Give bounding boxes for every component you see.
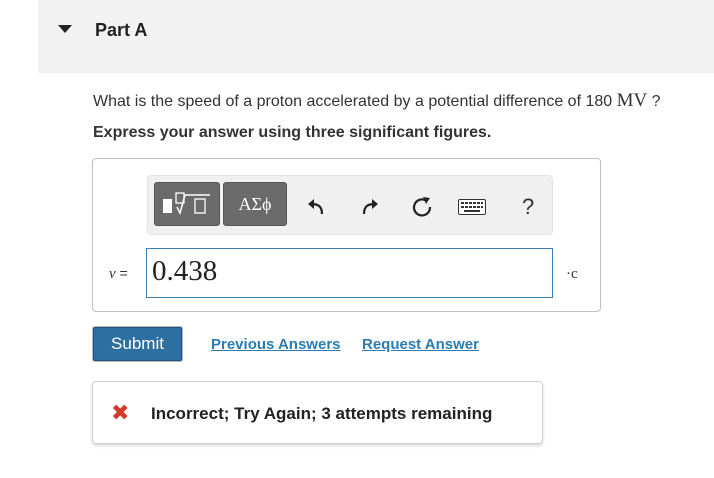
request-answer-link[interactable]: Request Answer [362, 336, 479, 353]
feedback-message: Incorrect; Try Again; 3 attempts remaini… [151, 404, 493, 423]
help-icon[interactable]: ? [522, 194, 534, 220]
undo-icon[interactable] [304, 195, 328, 219]
answer-unit: ·c [566, 266, 578, 282]
answer-input[interactable]: 0.438 [146, 248, 553, 298]
answer-box: ΑΣϕ ? v = 0.438 ·c [92, 158, 601, 312]
templates-button[interactable] [154, 182, 220, 226]
instruction-text: Express your answer using three signific… [93, 124, 492, 141]
incorrect-x-icon: ✖ [111, 400, 130, 425]
keyboard-icon[interactable] [458, 195, 486, 219]
variable-symbol: v [109, 266, 116, 282]
question-unit: MV [616, 90, 648, 111]
previous-answers-link[interactable]: Previous Answers [211, 336, 341, 353]
question-mark: ? [647, 93, 661, 110]
collapse-triangle-icon[interactable] [58, 25, 72, 33]
redo-icon[interactable] [358, 195, 382, 219]
equals-sign: = [115, 265, 128, 281]
math-toolbar: ΑΣϕ ? [147, 175, 553, 235]
templates-icon [163, 192, 210, 216]
symbols-button[interactable]: ΑΣϕ [223, 182, 287, 226]
submit-button[interactable]: Submit [93, 327, 182, 361]
variable-label: v = [109, 265, 128, 283]
feedback-box: ✖ Incorrect; Try Again; 3 attempts remai… [92, 381, 543, 444]
part-header[interactable]: Part A [38, 0, 714, 73]
question-text: What is the speed of a proton accelerate… [93, 90, 661, 112]
reset-icon[interactable] [410, 195, 434, 219]
question-body: What is the speed of a proton accelerate… [93, 93, 613, 110]
part-title: Part A [95, 20, 148, 40]
